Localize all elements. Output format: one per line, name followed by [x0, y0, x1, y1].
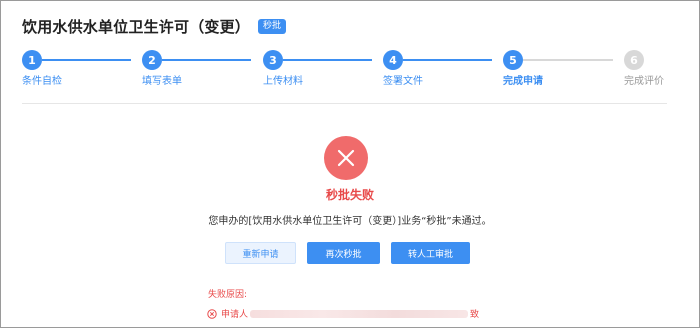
- step-6-label: 完成评价: [624, 76, 664, 87]
- failure-reason-item: 申请人 致: [207, 304, 479, 323]
- step-1-label: 条件自检: [22, 76, 62, 87]
- step-connector: [283, 59, 372, 61]
- result-message: 您申办的[饮用水供水单位卫生许可（变更）]业务“秒批”未通过。: [208, 216, 492, 227]
- error-circle-icon: [207, 304, 217, 323]
- failure-reason-prefix: 申请人: [221, 310, 249, 320]
- step-connector: [162, 59, 251, 61]
- step-4-number: 4: [383, 50, 403, 70]
- instant-approval-badge: 秒批: [258, 19, 287, 34]
- retry-approval-button[interactable]: 再次秒批: [307, 242, 380, 264]
- step-2-number: 2: [142, 50, 162, 70]
- step-connector: [42, 59, 131, 61]
- step-connector: [523, 59, 613, 61]
- page-title: 饮用水供水单位卫生许可（变更）: [22, 18, 251, 36]
- step-5-label: 完成申请: [503, 76, 543, 87]
- step-1-number: 1: [22, 50, 42, 70]
- manual-approval-button[interactable]: 转人工审批: [391, 242, 470, 264]
- progress-steps: 1 条件自检 2 填写表单 3 上传材料 4 签署文件 5 完成申请 6 完成评…: [0, 50, 700, 95]
- divider: [22, 103, 667, 104]
- failure-reason-suffix: 致: [470, 310, 480, 320]
- reapply-button[interactable]: 重新申请: [225, 242, 296, 264]
- step-5-number: 5: [503, 50, 523, 70]
- redacted-text: [250, 309, 469, 318]
- result-title: 秒批失败: [325, 188, 374, 202]
- step-connector: [403, 59, 492, 61]
- step-6-number: 6: [624, 50, 644, 70]
- step-3-number: 3: [263, 50, 283, 70]
- step-4-label: 签署文件: [383, 76, 423, 87]
- step-3-label: 上传材料: [263, 76, 303, 87]
- page-header: 饮用水供水单位卫生许可（变更） 秒批: [22, 16, 287, 37]
- failure-reason-label: 失败原因:: [208, 290, 248, 300]
- close-icon: [324, 136, 368, 180]
- step-2-label: 填写表单: [142, 76, 182, 87]
